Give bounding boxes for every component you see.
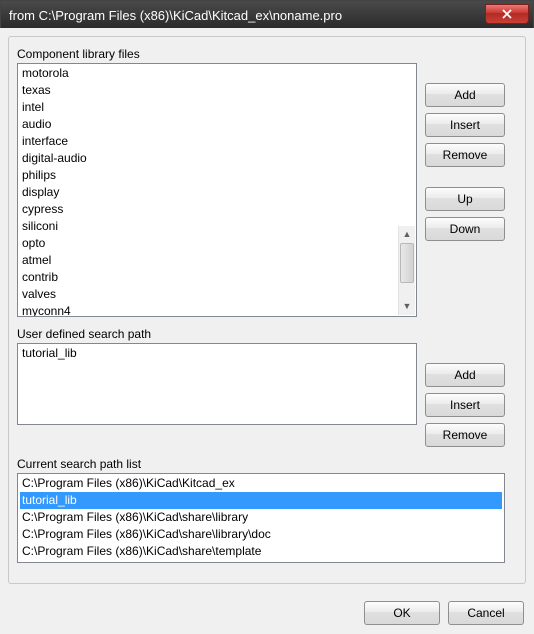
insert-button[interactable]: Insert: [425, 113, 505, 137]
list-item[interactable]: C:\Program Files (x86)\KiCad\share\libra…: [20, 509, 502, 526]
list-item[interactable]: interface: [20, 133, 414, 150]
down-button[interactable]: Down: [425, 217, 505, 241]
user-path-label: User defined search path: [17, 327, 517, 341]
ok-button[interactable]: OK: [364, 601, 440, 625]
scroll-thumb[interactable]: [400, 243, 414, 283]
list-item[interactable]: C:\Program Files (x86)\KiCad\Kitcad_ex: [20, 475, 502, 492]
list-item[interactable]: philips: [20, 167, 414, 184]
search-path-listbox[interactable]: C:\Program Files (x86)\KiCad\Kitcad_extu…: [17, 473, 505, 563]
user-path-group: User defined search path tutorial_lib Ad…: [17, 327, 517, 447]
list-item[interactable]: display: [20, 184, 414, 201]
list-item[interactable]: C:\Program Files (x86)\KiCad\share\libra…: [20, 526, 502, 543]
scroll-down-icon: ▼: [399, 298, 415, 315]
user-path-listbox[interactable]: tutorial_lib: [17, 343, 417, 425]
scrollbar[interactable]: ▲ ▼: [398, 226, 415, 315]
list-item[interactable]: C:\Program Files (x86)\KiCad\share\templ…: [20, 543, 502, 560]
cancel-button[interactable]: Cancel: [448, 601, 524, 625]
insert-button[interactable]: Insert: [425, 393, 505, 417]
window-title: from C:\Program Files (x86)\KiCad\Kitcad…: [9, 8, 485, 23]
list-item[interactable]: contrib: [20, 269, 414, 286]
list-item[interactable]: tutorial_lib: [20, 492, 502, 509]
list-item[interactable]: valves: [20, 286, 414, 303]
client-area: Component library files motorolatexasint…: [0, 28, 534, 634]
list-item[interactable]: opto: [20, 235, 414, 252]
list-item[interactable]: siliconi: [20, 218, 414, 235]
close-icon: [501, 9, 513, 19]
remove-button[interactable]: Remove: [425, 143, 505, 167]
add-button[interactable]: Add: [425, 83, 505, 107]
remove-button[interactable]: Remove: [425, 423, 505, 447]
list-item[interactable]: atmel: [20, 252, 414, 269]
list-item[interactable]: digital-audio: [20, 150, 414, 167]
component-library-group: Component library files motorolatexasint…: [17, 47, 517, 317]
search-path-group: Current search path list C:\Program File…: [17, 457, 517, 563]
dialog-buttons: OK Cancel: [0, 592, 534, 634]
titlebar: from C:\Program Files (x86)\KiCad\Kitcad…: [1, 1, 533, 29]
component-library-buttons: Add Insert Remove Up Down: [425, 83, 505, 241]
main-panel: Component library files motorolatexasint…: [8, 36, 526, 584]
list-item[interactable]: texas: [20, 82, 414, 99]
scroll-up-icon: ▲: [399, 226, 415, 243]
close-button[interactable]: [485, 4, 529, 24]
component-library-label: Component library files: [17, 47, 517, 61]
list-item[interactable]: audio: [20, 116, 414, 133]
list-item[interactable]: tutorial_lib: [20, 345, 414, 362]
list-item[interactable]: motorola: [20, 65, 414, 82]
component-library-listbox[interactable]: motorolatexasintelaudiointerfacedigital-…: [17, 63, 417, 317]
search-path-label: Current search path list: [17, 457, 517, 471]
list-item[interactable]: myconn4: [20, 303, 414, 317]
list-item[interactable]: intel: [20, 99, 414, 116]
add-button[interactable]: Add: [425, 363, 505, 387]
list-item[interactable]: cypress: [20, 201, 414, 218]
user-path-buttons: Add Insert Remove: [425, 363, 505, 447]
up-button[interactable]: Up: [425, 187, 505, 211]
